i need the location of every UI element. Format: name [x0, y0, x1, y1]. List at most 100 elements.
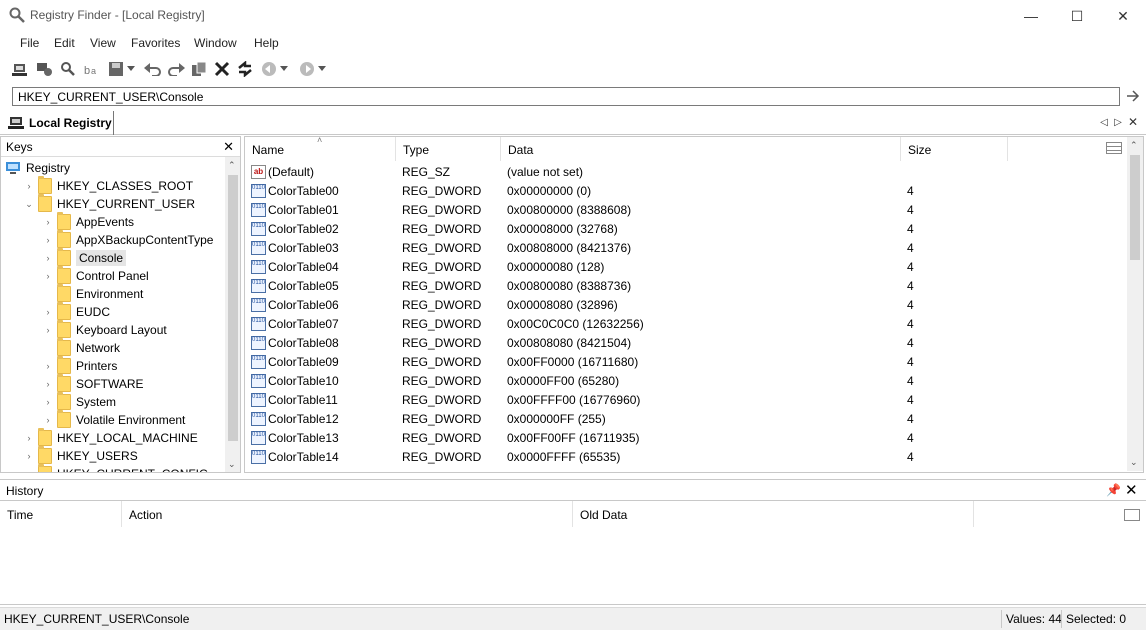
- replace-icon[interactable]: ba: [80, 58, 102, 80]
- go-arrow-icon[interactable]: [1126, 87, 1142, 105]
- menu-file[interactable]: File: [20, 36, 39, 50]
- tree-node[interactable]: › Keyboard Layout: [43, 320, 167, 339]
- keys-scroll-thumb[interactable]: [228, 175, 238, 441]
- expanded-chevron-icon[interactable]: ⌄: [24, 199, 34, 210]
- collapsed-chevron-icon[interactable]: ›: [24, 451, 34, 461]
- values-scroll-thumb[interactable]: [1130, 155, 1140, 260]
- refresh-icon[interactable]: [234, 58, 256, 80]
- collapsed-chevron-icon[interactable]: ›: [43, 379, 53, 389]
- tree-node[interactable]: ⌄ HKEY_CURRENT_USER: [24, 194, 195, 213]
- tab-close-icon[interactable]: ✕: [1126, 114, 1140, 130]
- collapsed-chevron-icon[interactable]: ›: [43, 415, 53, 425]
- maximize-button[interactable]: ☐: [1054, 0, 1100, 32]
- scroll-up-icon[interactable]: ⌃: [228, 160, 236, 171]
- delete-icon[interactable]: [211, 58, 233, 80]
- collapsed-chevron-icon[interactable]: ›: [43, 217, 53, 227]
- tree-node[interactable]: › EUDC: [43, 302, 110, 321]
- tree-node[interactable]: Network: [43, 338, 120, 357]
- menu-view[interactable]: View: [90, 36, 116, 50]
- tab-scroll-right-icon[interactable]: ▷: [1111, 114, 1125, 130]
- computer-connect-icon[interactable]: [10, 58, 32, 80]
- copy-icon[interactable]: [188, 58, 210, 80]
- tree-node[interactable]: › HKEY_CURRENT_CONFIG: [24, 464, 208, 472]
- value-row[interactable]: 0110 ColorTable06 REG_DWORD 0x00008080 (328…: [245, 295, 1125, 314]
- tree-node-label: Keyboard Layout: [76, 323, 167, 337]
- tree-node[interactable]: › Volatile Environment: [43, 410, 185, 429]
- tree-node[interactable]: › Console: [43, 248, 127, 267]
- tree-node[interactable]: Environment: [43, 284, 143, 303]
- undo-icon[interactable]: [142, 58, 164, 80]
- tree-node[interactable]: › AppXBackupContentType: [43, 230, 213, 249]
- value-row[interactable]: 0110 ColorTable11 REG_DWORD 0x00FFFF00 (167…: [245, 390, 1125, 409]
- tree-node[interactable]: › HKEY_USERS: [24, 446, 138, 465]
- value-row[interactable]: 0110 ColorTable02 REG_DWORD 0x00008000 (327…: [245, 219, 1125, 238]
- value-row[interactable]: 0110 ColorTable14 REG_DWORD 0x0000FFFF (655…: [245, 447, 1125, 466]
- menu-edit[interactable]: Edit: [54, 36, 75, 50]
- save-icon[interactable]: [105, 58, 127, 80]
- value-name: ColorTable01: [268, 203, 339, 217]
- history-column-action[interactable]: Action: [122, 501, 573, 527]
- value-row[interactable]: 0110 ColorTable01 REG_DWORD 0x00800000 (838…: [245, 200, 1125, 219]
- save-dropdown-chevron-icon[interactable]: [125, 58, 137, 80]
- collapsed-chevron-icon[interactable]: ›: [43, 361, 53, 371]
- collapsed-chevron-icon[interactable]: ›: [43, 271, 53, 281]
- value-row[interactable]: 0110 ColorTable05 REG_DWORD 0x00800080 (838…: [245, 276, 1125, 295]
- tree-node[interactable]: › HKEY_LOCAL_MACHINE: [24, 428, 198, 447]
- close-window-button[interactable]: ✕: [1100, 0, 1146, 32]
- tree-node[interactable]: Registry: [5, 159, 70, 177]
- collapsed-chevron-icon[interactable]: ›: [43, 235, 53, 245]
- pin-icon[interactable]: 📌: [1106, 483, 1121, 497]
- scroll-up-icon[interactable]: ⌃: [1130, 140, 1138, 151]
- forward-icon[interactable]: [296, 58, 318, 80]
- tree-node[interactable]: › System: [43, 392, 116, 411]
- tree-node[interactable]: › Printers: [43, 356, 117, 375]
- tree-node[interactable]: › SOFTWARE: [43, 374, 144, 393]
- value-row[interactable]: 0110 ColorTable10 REG_DWORD 0x0000FF00 (652…: [245, 371, 1125, 390]
- address-field[interactable]: HKEY_CURRENT_USER\Console: [12, 87, 1120, 106]
- value-row[interactable]: 0110 ColorTable03 REG_DWORD 0x00808000 (842…: [245, 238, 1125, 257]
- minimize-button[interactable]: —: [1008, 0, 1054, 32]
- back-icon[interactable]: [258, 58, 280, 80]
- scroll-down-icon[interactable]: ⌄: [1130, 457, 1138, 468]
- tab-scroll-left-icon[interactable]: ◁: [1097, 114, 1111, 130]
- column-chooser-grid-icon[interactable]: [1106, 142, 1122, 154]
- remote-registry-icon[interactable]: [34, 58, 56, 80]
- redo-icon[interactable]: [165, 58, 187, 80]
- value-row[interactable]: 0110 ColorTable04 REG_DWORD 0x00000080 (128…: [245, 257, 1125, 276]
- collapsed-chevron-icon[interactable]: ›: [43, 307, 53, 317]
- find-icon[interactable]: [57, 58, 79, 80]
- column-header-type[interactable]: Type: [396, 137, 501, 161]
- tree-node[interactable]: › HKEY_CLASSES_ROOT: [24, 176, 193, 195]
- dword-value-icon: 0110: [251, 222, 266, 236]
- tab-local-registry[interactable]: Local Registry: [4, 111, 114, 135]
- value-row[interactable]: 0110 ColorTable00 REG_DWORD 0x00000000 (0) 4: [245, 181, 1125, 200]
- collapsed-chevron-icon[interactable]: ›: [24, 469, 34, 472]
- value-row[interactable]: 0110 ColorTable09 REG_DWORD 0x00FF0000 (167…: [245, 352, 1125, 371]
- history-column-old-data[interactable]: Old Data: [573, 501, 974, 527]
- value-row[interactable]: 0110 ColorTable08 REG_DWORD 0x00808080 (842…: [245, 333, 1125, 352]
- menu-help[interactable]: Help: [254, 36, 279, 50]
- value-row[interactable]: 0110 ColorTable07 REG_DWORD 0x00C0C0C0 (126…: [245, 314, 1125, 333]
- collapsed-chevron-icon[interactable]: ›: [43, 397, 53, 407]
- tree-node[interactable]: › AppEvents: [43, 212, 134, 231]
- column-header-data[interactable]: Data: [501, 137, 901, 161]
- history-close-icon[interactable]: ✕: [1125, 481, 1138, 499]
- collapsed-chevron-icon[interactable]: ›: [24, 433, 34, 443]
- tree-node[interactable]: › Control Panel: [43, 266, 149, 285]
- history-column-time[interactable]: Time: [0, 501, 122, 527]
- forward-dropdown-chevron-icon[interactable]: [316, 58, 328, 80]
- collapsed-chevron-icon[interactable]: ›: [43, 325, 53, 335]
- menu-window[interactable]: Window: [194, 36, 237, 50]
- value-row[interactable]: 0110 ColorTable13 REG_DWORD 0x00FF00FF (167…: [245, 428, 1125, 447]
- back-dropdown-chevron-icon[interactable]: [278, 58, 290, 80]
- menu-favorites[interactable]: Favorites: [131, 36, 180, 50]
- collapsed-chevron-icon[interactable]: ›: [24, 181, 34, 191]
- column-header-size[interactable]: Size: [901, 137, 1008, 161]
- column-header-name[interactable]: Name ˄: [245, 137, 396, 161]
- scroll-down-icon[interactable]: ⌄: [228, 459, 236, 470]
- history-column-chooser-icon[interactable]: [1124, 509, 1140, 521]
- value-row[interactable]: 0110 ColorTable12 REG_DWORD 0x000000FF (255…: [245, 409, 1125, 428]
- value-row[interactable]: ab (Default) REG_SZ (value not set): [245, 162, 1125, 181]
- collapsed-chevron-icon[interactable]: ›: [43, 253, 53, 263]
- keys-pane-close-icon[interactable]: ✕: [223, 139, 234, 155]
